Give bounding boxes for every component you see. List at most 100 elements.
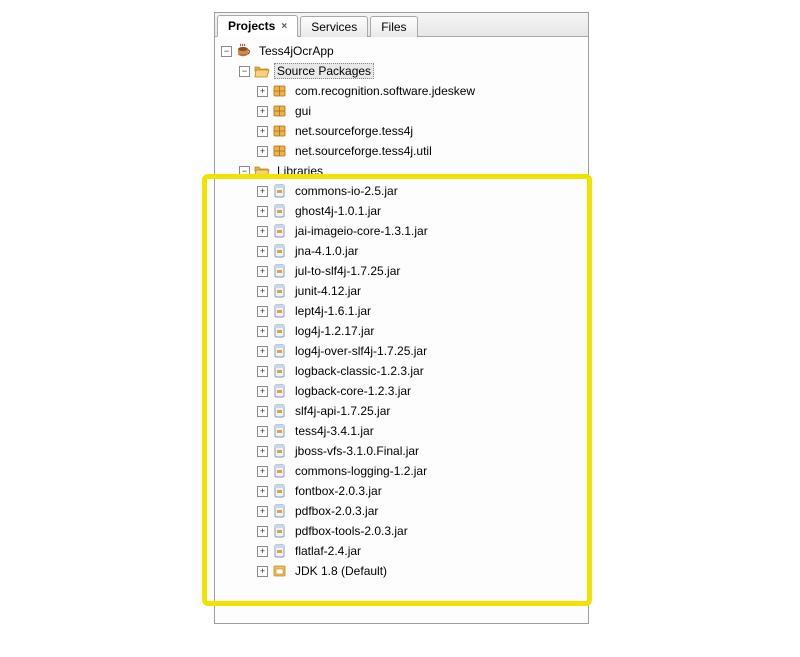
jar-label: jul-to-slf4j-1.7.25.jar	[292, 263, 403, 279]
expander-icon[interactable]: +	[257, 266, 268, 277]
expander-icon[interactable]: +	[257, 326, 268, 337]
tab-files[interactable]: Files	[370, 16, 417, 37]
expander-icon[interactable]: +	[257, 486, 268, 497]
expander-icon[interactable]: +	[257, 206, 268, 217]
jar-icon	[272, 283, 288, 299]
package-label: gui	[292, 103, 314, 119]
expander-icon[interactable]: +	[257, 426, 268, 437]
package-icon	[272, 103, 288, 119]
jar-label: logback-core-1.2.3.jar	[292, 383, 414, 399]
jar-icon	[272, 203, 288, 219]
tree-node-package[interactable]: + net.sourceforge.tess4j.util	[217, 141, 586, 161]
tree-node-jar[interactable]: +commons-logging-1.2.jar	[217, 461, 586, 481]
tree-node-jar[interactable]: + jboss-vfs-3.1.0.Final.jar	[217, 441, 586, 461]
expander-icon[interactable]: +	[257, 86, 268, 97]
jar-label: fontbox-2.0.3.jar	[292, 483, 385, 499]
libraries-label: Libraries	[274, 163, 326, 179]
jar-icon	[272, 523, 288, 539]
tree-node-jar[interactable]: +log4j-over-slf4j-1.7.25.jar	[217, 341, 586, 361]
jar-icon	[272, 183, 288, 199]
jar-icon	[272, 423, 288, 439]
projects-panel: Projects × Services Files − Tess4jOcrApp…	[214, 12, 589, 624]
jar-label: pdfbox-2.0.3.jar	[292, 503, 381, 519]
expander-icon[interactable]: −	[239, 166, 250, 177]
tree-node-jar[interactable]: + ghost4j-1.0.1.jar	[217, 201, 586, 221]
tree-node-jar[interactable]: + log4j-1.2.17.jar	[217, 321, 586, 341]
jar-icon	[272, 383, 288, 399]
tree-node-package[interactable]: + net.sourceforge.tess4j	[217, 121, 586, 141]
tree-node-jdk[interactable]: + JDK 1.8 (Default)	[217, 561, 586, 581]
expander-icon[interactable]: +	[257, 286, 268, 297]
tab-services[interactable]: Services	[300, 16, 368, 37]
jar-label: jna-4.1.0.jar	[292, 243, 361, 259]
tree-node-jar[interactable]: + logback-core-1.2.3.jar	[217, 381, 586, 401]
package-icon	[272, 143, 288, 159]
jar-icon	[272, 483, 288, 499]
expander-icon[interactable]: +	[257, 306, 268, 317]
expander-icon[interactable]: +	[257, 386, 268, 397]
expander-icon[interactable]: +	[257, 246, 268, 257]
jar-label: logback-classic-1.2.3.jar	[292, 363, 427, 379]
tab-bar: Projects × Services Files	[215, 13, 588, 37]
expander-icon[interactable]: +	[257, 146, 268, 157]
tree-node-jar[interactable]: + tess4j-3.4.1.jar	[217, 421, 586, 441]
close-icon[interactable]: ×	[281, 21, 287, 32]
tree-node-libraries[interactable]: − Libraries	[217, 161, 586, 181]
expander-icon[interactable]: +	[257, 226, 268, 237]
jar-label: log4j-1.2.17.jar	[292, 323, 377, 339]
jar-label: jai-imageio-core-1.3.1.jar	[292, 223, 431, 239]
package-icon	[272, 83, 288, 99]
jar-label: slf4j-api-1.7.25.jar	[292, 403, 393, 419]
jar-icon	[272, 323, 288, 339]
tree-node-package[interactable]: + gui	[217, 101, 586, 121]
tab-label: Projects	[228, 19, 275, 33]
tree-node-source-packages[interactable]: − Source Packages	[217, 61, 586, 81]
jar-icon	[272, 503, 288, 519]
expander-icon[interactable]: +	[257, 346, 268, 357]
tab-projects[interactable]: Projects ×	[217, 15, 298, 37]
expander-icon[interactable]: +	[257, 466, 268, 477]
jar-icon	[272, 303, 288, 319]
expander-icon[interactable]: +	[257, 106, 268, 117]
tree-node-jar[interactable]: +junit-4.12.jar	[217, 281, 586, 301]
tree-node-jar[interactable]: + slf4j-api-1.7.25.jar	[217, 401, 586, 421]
expander-icon[interactable]: +	[257, 446, 268, 457]
expander-icon[interactable]: +	[257, 546, 268, 557]
tree-node-jar[interactable]: + jul-to-slf4j-1.7.25.jar	[217, 261, 586, 281]
source-packages-label: Source Packages	[274, 63, 374, 79]
expander-icon[interactable]: −	[221, 46, 232, 57]
jar-icon	[272, 223, 288, 239]
tree-node-jar[interactable]: + fontbox-2.0.3.jar	[217, 481, 586, 501]
tree-node-jar[interactable]: + jai-imageio-core-1.3.1.jar	[217, 221, 586, 241]
expander-icon[interactable]: +	[257, 366, 268, 377]
expander-icon[interactable]: +	[257, 526, 268, 537]
tree-node-jar[interactable]: +lept4j-1.6.1.jar	[217, 301, 586, 321]
jar-label: jboss-vfs-3.1.0.Final.jar	[292, 443, 422, 459]
tree-node-jar[interactable]: + pdfbox-2.0.3.jar	[217, 501, 586, 521]
jar-icon	[272, 243, 288, 259]
jar-label: pdfbox-tools-2.0.3.jar	[292, 523, 411, 539]
expander-icon[interactable]: +	[257, 406, 268, 417]
tree-node-jar[interactable]: + logback-classic-1.2.3.jar	[217, 361, 586, 381]
expander-icon[interactable]: −	[239, 66, 250, 77]
project-tree[interactable]: − Tess4jOcrApp − Source Packages +com.re…	[215, 37, 588, 623]
tree-node-jar[interactable]: + pdfbox-tools-2.0.3.jar	[217, 521, 586, 541]
jar-icon	[272, 263, 288, 279]
tree-node-package[interactable]: +com.recognition.software.jdeskew	[217, 81, 586, 101]
jar-icon	[272, 343, 288, 359]
tree-node-project[interactable]: − Tess4jOcrApp	[217, 41, 586, 61]
package-label: net.sourceforge.tess4j.util	[292, 143, 435, 159]
package-label: net.sourceforge.tess4j	[292, 123, 416, 139]
package-icon	[272, 123, 288, 139]
expander-icon[interactable]: +	[257, 566, 268, 577]
tab-label: Services	[311, 20, 357, 34]
expander-icon[interactable]: +	[257, 506, 268, 517]
tree-node-jar[interactable]: +commons-io-2.5.jar	[217, 181, 586, 201]
jar-label: ghost4j-1.0.1.jar	[292, 203, 384, 219]
expander-icon[interactable]: +	[257, 186, 268, 197]
expander-icon[interactable]: +	[257, 126, 268, 137]
tab-label: Files	[381, 20, 406, 34]
jar-label: tess4j-3.4.1.jar	[292, 423, 377, 439]
tree-node-jar[interactable]: + jna-4.1.0.jar	[217, 241, 586, 261]
tree-node-jar[interactable]: +flatlaf-2.4.jar	[217, 541, 586, 561]
